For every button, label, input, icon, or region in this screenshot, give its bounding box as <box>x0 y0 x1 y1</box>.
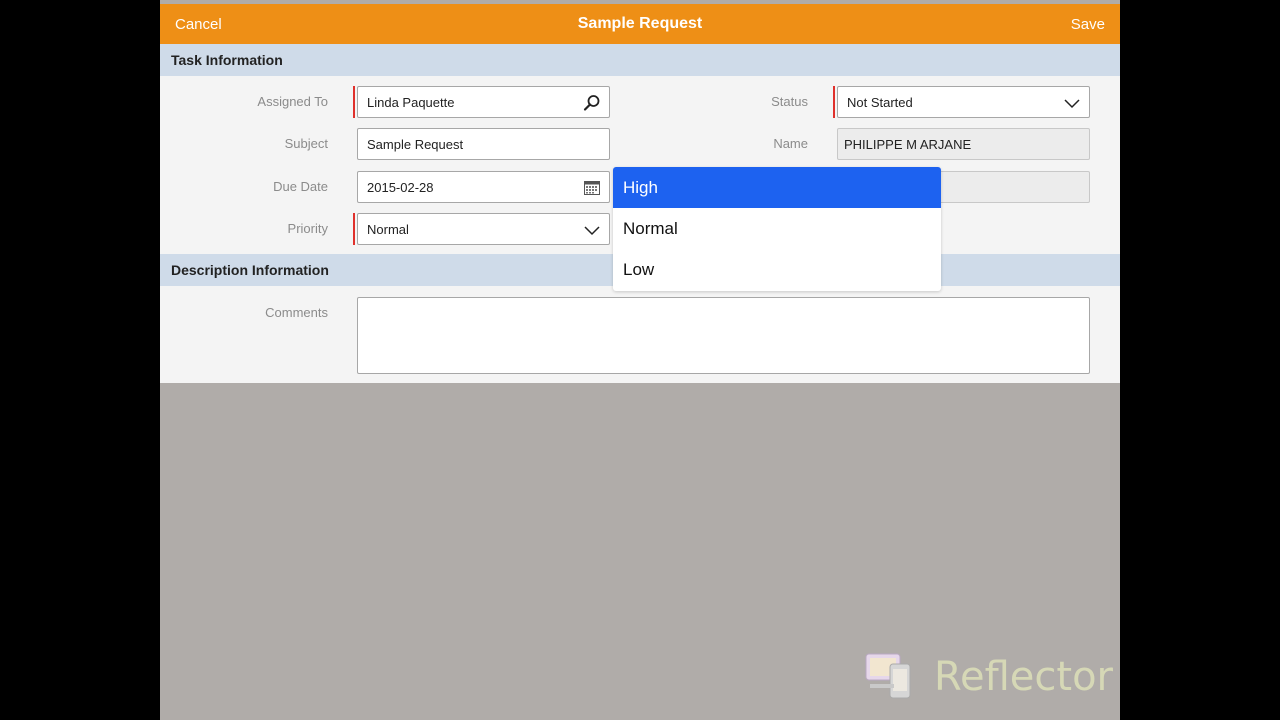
search-icon[interactable] <box>583 94 601 112</box>
calendar-icon[interactable] <box>583 179 601 197</box>
status-label: Status <box>771 94 808 109</box>
name-label: Name <box>773 136 808 151</box>
section-title: Description Information <box>171 262 329 278</box>
priority-label: Priority <box>287 221 328 236</box>
reflector-watermark: Reflector <box>860 648 1114 708</box>
subject-value: Sample Request <box>367 137 464 152</box>
priority-value: Normal <box>367 222 409 237</box>
subject-field[interactable]: Sample Request <box>357 128 610 160</box>
page-title: Sample Request <box>577 15 703 32</box>
save-button[interactable]: Save <box>1071 16 1105 33</box>
section-title: Task Information <box>171 52 283 68</box>
due-date-value: 2015-02-28 <box>367 180 434 195</box>
option-low[interactable]: Low <box>613 249 941 290</box>
subject-label: Subject <box>284 136 328 151</box>
watermark-text: Reflector <box>934 654 1114 700</box>
name-value: PHILIPPE M ARJANE <box>844 137 972 152</box>
priority-select[interactable]: Normal <box>353 213 610 245</box>
status-select[interactable]: Not Started <box>833 86 1090 118</box>
option-high[interactable]: High <box>613 167 941 208</box>
status-value: Not Started <box>847 95 913 110</box>
comments-label: Comments <box>265 305 328 320</box>
due-date-field[interactable]: 2015-02-28 <box>357 171 610 203</box>
assigned-to-label: Assigned To <box>257 94 328 109</box>
name-field: PHILIPPE M ARJANE <box>837 128 1090 160</box>
option-label: Normal <box>623 219 678 238</box>
chevron-down-icon[interactable] <box>1063 94 1081 112</box>
option-normal[interactable]: Normal <box>613 208 941 249</box>
option-label: Low <box>623 260 655 279</box>
nav-bar: Cancel Sample Request Save <box>160 4 1120 44</box>
option-label: High <box>623 178 658 197</box>
assigned-to-field[interactable]: Linda Paquette <box>353 86 610 118</box>
assigned-to-value: Linda Paquette <box>367 95 455 110</box>
chevron-down-icon[interactable] <box>583 221 601 239</box>
comments-textarea[interactable] <box>357 297 1090 374</box>
reflector-logo-icon <box>865 653 911 699</box>
task-information-header: Task Information <box>160 44 1120 76</box>
due-date-label: Due Date <box>273 179 328 194</box>
app-screen: Cancel Sample Request Save Task Informat… <box>160 0 1120 720</box>
priority-dropdown: High Normal Low <box>613 167 941 291</box>
